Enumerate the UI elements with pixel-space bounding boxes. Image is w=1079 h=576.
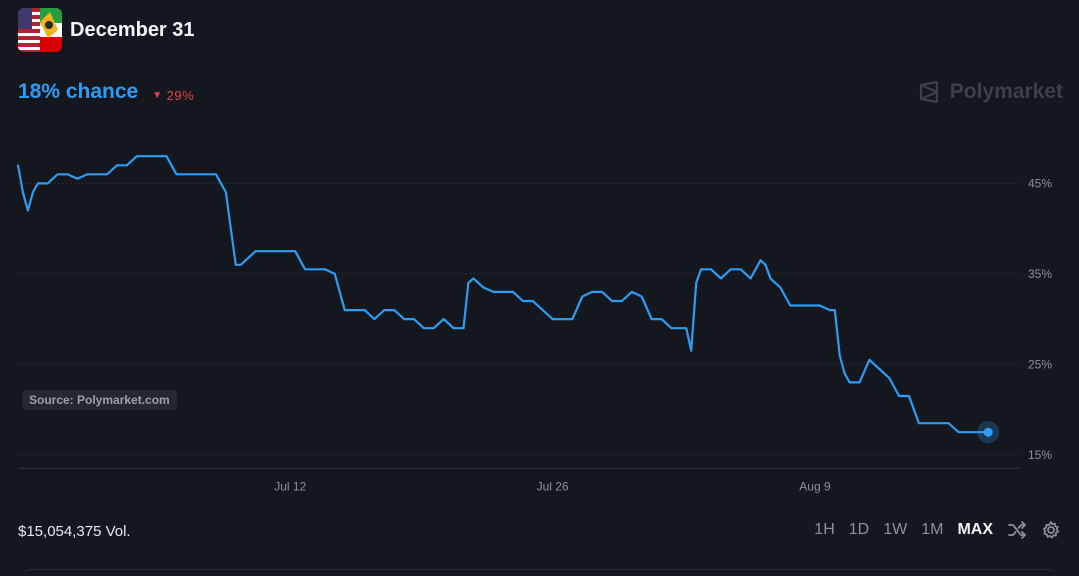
shuffle-icon[interactable]: [1007, 520, 1027, 540]
y-tick-label: 25%: [1028, 357, 1052, 371]
us-iran-flag-icon: [18, 8, 62, 52]
page-title: December 31: [70, 18, 195, 41]
timeframe-1w[interactable]: 1W: [883, 521, 907, 539]
chart-footer: $15,054,375 Vol. 1H 1D 1W 1M MAX: [18, 520, 1061, 544]
x-tick-label: Jul 12: [274, 479, 306, 493]
price-chart[interactable]: 45% 35% 25% 15% Jul 12 Jul 26 Aug 9: [0, 120, 1079, 500]
timeframe-1h[interactable]: 1H: [814, 521, 834, 539]
brand-watermark: Polymarket: [918, 80, 1063, 104]
bottom-panel-edge: [24, 569, 1055, 576]
y-tick-label: 35%: [1028, 267, 1052, 281]
polymarket-logo-icon: [919, 80, 938, 104]
timeframe-max[interactable]: MAX: [957, 521, 993, 539]
probability-change-value: 29%: [166, 88, 195, 103]
x-tick-label: Jul 26: [537, 479, 569, 493]
volume-label: $15,054,375 Vol.: [18, 523, 131, 540]
down-triangle-icon: ▼: [152, 90, 163, 101]
x-tick-label: Aug 9: [799, 479, 831, 493]
probability-value: 18% chance: [18, 80, 139, 103]
y-tick-label: 15%: [1028, 448, 1052, 462]
timeframe-1d[interactable]: 1D: [849, 521, 869, 539]
probability-change: ▼ 29%: [152, 88, 194, 103]
probability-row: 18% chance ▼ 29%: [18, 80, 194, 104]
brand-name: Polymarket: [949, 80, 1063, 103]
gear-icon[interactable]: [1041, 520, 1061, 540]
timeframe-selector: 1H 1D 1W 1M MAX: [814, 520, 1061, 540]
timeframe-1m[interactable]: 1M: [921, 521, 943, 539]
source-badge: Source: Polymarket.com: [22, 390, 177, 410]
y-tick-label: 45%: [1028, 176, 1052, 190]
end-marker-dot: [983, 427, 993, 437]
market-header: December 31: [18, 8, 195, 52]
